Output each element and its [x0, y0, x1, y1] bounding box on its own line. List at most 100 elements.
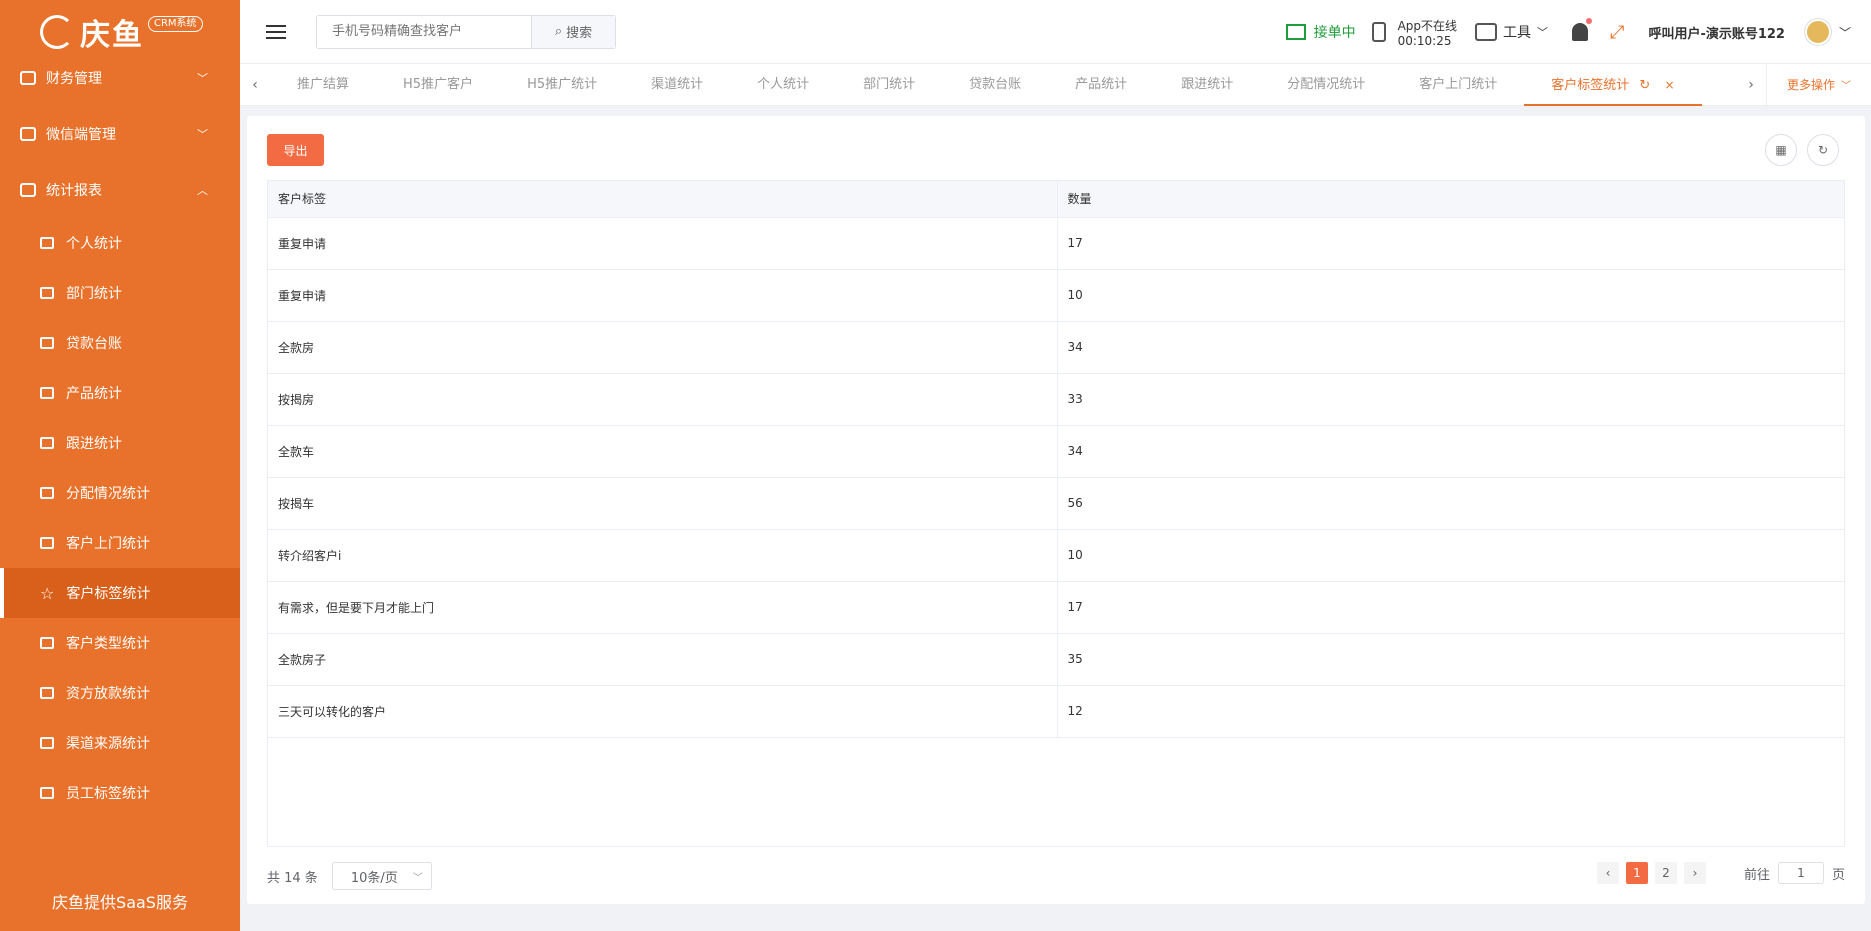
- next-page-button[interactable]: ›: [1683, 862, 1706, 884]
- fish-logo-icon: [40, 15, 74, 49]
- page-number[interactable]: 2: [1654, 862, 1677, 884]
- close-icon[interactable]: ×: [1664, 78, 1674, 92]
- tab-personal-stats[interactable]: 个人统计: [730, 64, 836, 106]
- chevron-down-icon[interactable]: ﹀: [1839, 24, 1851, 41]
- cell-tag: 全款房子: [268, 633, 1058, 686]
- app-status-label: App不在线: [1397, 18, 1458, 33]
- sidebar-group-wechat[interactable]: 微信端管理 ﹀: [0, 106, 240, 162]
- column-header: 客户标签: [268, 181, 1058, 218]
- pagination: ‹ 1 2 › 前往 1 页: [1590, 862, 1845, 884]
- sidebar-item-staff-tag-stats[interactable]: 员工标签统计: [0, 768, 240, 818]
- tab-h5-customers[interactable]: H5推广客户: [376, 64, 500, 106]
- sidebar-footer: 庆鱼提供SaaS服务: [0, 871, 240, 931]
- goto-page-input[interactable]: 1: [1777, 862, 1824, 884]
- tab-product-stats[interactable]: 产品统计: [1048, 64, 1154, 106]
- avatar[interactable]: [1804, 19, 1831, 45]
- sidebar-item-label: 渠道来源统计: [66, 736, 150, 752]
- sidebar-item-tag-stats[interactable]: ☆ 客户标签统计: [0, 568, 240, 618]
- sidebar-item-channel-stats[interactable]: 渠道来源统计: [0, 718, 240, 768]
- logo-badge: CRM系统: [148, 16, 203, 32]
- tab-promo-settlement[interactable]: 推广结算: [270, 64, 376, 106]
- tab-followup-stats[interactable]: 跟进统计: [1154, 64, 1260, 106]
- work-status[interactable]: 接单中: [1285, 22, 1356, 42]
- cell-count: 10: [1057, 529, 1844, 582]
- table-header-row: 客户标签 数量: [268, 181, 1844, 218]
- sidebar-item-type-stats[interactable]: 客户类型统计: [0, 618, 240, 668]
- table-row: 重复申请 10: [268, 269, 1844, 322]
- goto-suffix: 页: [1831, 867, 1845, 883]
- sidebar-item-label: 产品统计: [66, 386, 122, 402]
- sidebar-group-reports[interactable]: 统计报表 ︿: [0, 162, 240, 218]
- sidebar: 财务管理 ﹀ 微信端管理 ﹀ 统计报表 ︿ 个人统计 部门统计 贷款台账 产品统…: [0, 0, 240, 931]
- sidebar-item-followup-stats[interactable]: 跟进统计: [0, 418, 240, 468]
- search-icon: ⌕: [554, 24, 563, 39]
- sidebar-item-visit-stats[interactable]: 客户上门统计: [0, 518, 240, 568]
- cell-tag: 全款车: [268, 425, 1058, 478]
- page-size-value: 10条/页: [350, 870, 398, 886]
- sidebar-item-personal-stats[interactable]: 个人统计: [0, 218, 240, 268]
- prev-page-button[interactable]: ‹: [1596, 862, 1619, 884]
- page-size-select[interactable]: 10条/页 ﹀: [331, 862, 432, 890]
- search-button[interactable]: ⌕ 搜索: [531, 15, 615, 48]
- column-header: 数量: [1057, 181, 1844, 218]
- sidebar-group-label: 财务管理: [46, 71, 102, 87]
- monitor-icon: [40, 337, 54, 349]
- menu-toggle-icon[interactable]: [266, 21, 286, 43]
- mobile-icon: [1371, 22, 1386, 42]
- checkbox-icon: [40, 537, 54, 549]
- sidebar-item-loan-ledger[interactable]: 贷款台账: [0, 318, 240, 368]
- sidebar-item-label: 个人统计: [66, 236, 122, 252]
- refresh-icon[interactable]: ↻: [1639, 78, 1650, 93]
- data-table: 客户标签 数量 重复申请 17 重复申请 10 全款房 34 按揭房 33 全款车 34 …: [267, 180, 1845, 847]
- tab-allocation-stats[interactable]: 分配情况统计: [1260, 64, 1392, 106]
- cell-count: 17: [1057, 217, 1844, 270]
- table-row: 全款房 34: [268, 321, 1844, 374]
- notification-dot: [1586, 18, 1593, 24]
- chevron-down-icon: ﹀: [412, 872, 423, 884]
- column-settings-icon[interactable]: ▦: [1765, 134, 1797, 166]
- sidebar-item-product-stats[interactable]: 产品统计: [0, 368, 240, 418]
- sidebar-item-allocation-stats[interactable]: 分配情况统计: [0, 468, 240, 518]
- search-input[interactable]: [317, 15, 531, 48]
- bell-icon[interactable]: [1572, 18, 1593, 41]
- more-operations-dropdown[interactable]: 更多操作 ﹀: [1766, 63, 1871, 106]
- tools-dropdown[interactable]: 工具 ﹀: [1475, 22, 1548, 42]
- toolbox-icon: [1475, 23, 1498, 41]
- star-icon: ☆: [40, 583, 55, 603]
- chevron-down-icon: ﹀: [197, 128, 208, 141]
- table-row: 全款车 34: [268, 425, 1844, 478]
- refresh-icon[interactable]: ↻: [1807, 134, 1839, 166]
- tab-visit-stats[interactable]: 客户上门统计: [1392, 64, 1524, 106]
- app-status-time: 00:10:25: [1397, 33, 1452, 48]
- table-row: 按揭房 33: [268, 373, 1844, 426]
- export-button[interactable]: 导出: [267, 134, 324, 166]
- sidebar-group-label: 统计报表: [46, 183, 102, 199]
- table-row: 按揭车 56: [268, 477, 1844, 530]
- edit-icon: [20, 127, 36, 141]
- header-right: 接单中 App不在线 00:10:25 工具 ﹀ ⤢ 呼叫用户-演示账号122 …: [1285, 0, 1871, 64]
- tab-loan-ledger[interactable]: 贷款台账: [942, 64, 1048, 106]
- table-row: 三天可以转化的客户 12: [268, 685, 1844, 738]
- sidebar-item-dept-stats[interactable]: 部门统计: [0, 268, 240, 318]
- table-row: 有需求，但是要下月才能上门 17: [268, 581, 1844, 634]
- sidebar-item-label: 资方放款统计: [66, 686, 150, 702]
- more-operations-label: 更多操作: [1786, 78, 1835, 92]
- tabs-scroll-right-icon[interactable]: ›: [1736, 77, 1766, 93]
- tab-tag-stats[interactable]: 客户标签统计 ↻ ×: [1524, 64, 1702, 106]
- page-number[interactable]: 1: [1625, 862, 1648, 884]
- total-count: 共 14 条: [267, 870, 318, 886]
- tab-channel-stats[interactable]: 渠道统计: [624, 64, 730, 106]
- tabs: 推广结算 H5推广客户 H5推广统计 渠道统计 个人统计 部门统计 贷款台账 产…: [270, 64, 1736, 106]
- tabs-scroll-left-icon[interactable]: ‹: [240, 77, 270, 93]
- tabs-bar: ‹ 推广结算 H5推广客户 H5推广统计 渠道统计 个人统计 部门统计 贷款台账…: [240, 63, 1871, 106]
- sidebar-item-funder-stats[interactable]: 资方放款统计: [0, 668, 240, 718]
- cell-tag: 按揭车: [268, 477, 1058, 530]
- tab-h5-stats[interactable]: H5推广统计: [500, 64, 624, 106]
- tab-dept-stats[interactable]: 部门统计: [836, 64, 942, 106]
- work-status-label: 接单中: [1313, 25, 1356, 41]
- cell-tag: 按揭房: [268, 373, 1058, 426]
- chevron-down-icon: ﹀: [1841, 81, 1851, 92]
- cell-tag: 有需求，但是要下月才能上门: [268, 581, 1058, 634]
- fullscreen-icon[interactable]: ⤢: [1610, 22, 1624, 43]
- chevron-down-icon: ﹀: [197, 72, 208, 85]
